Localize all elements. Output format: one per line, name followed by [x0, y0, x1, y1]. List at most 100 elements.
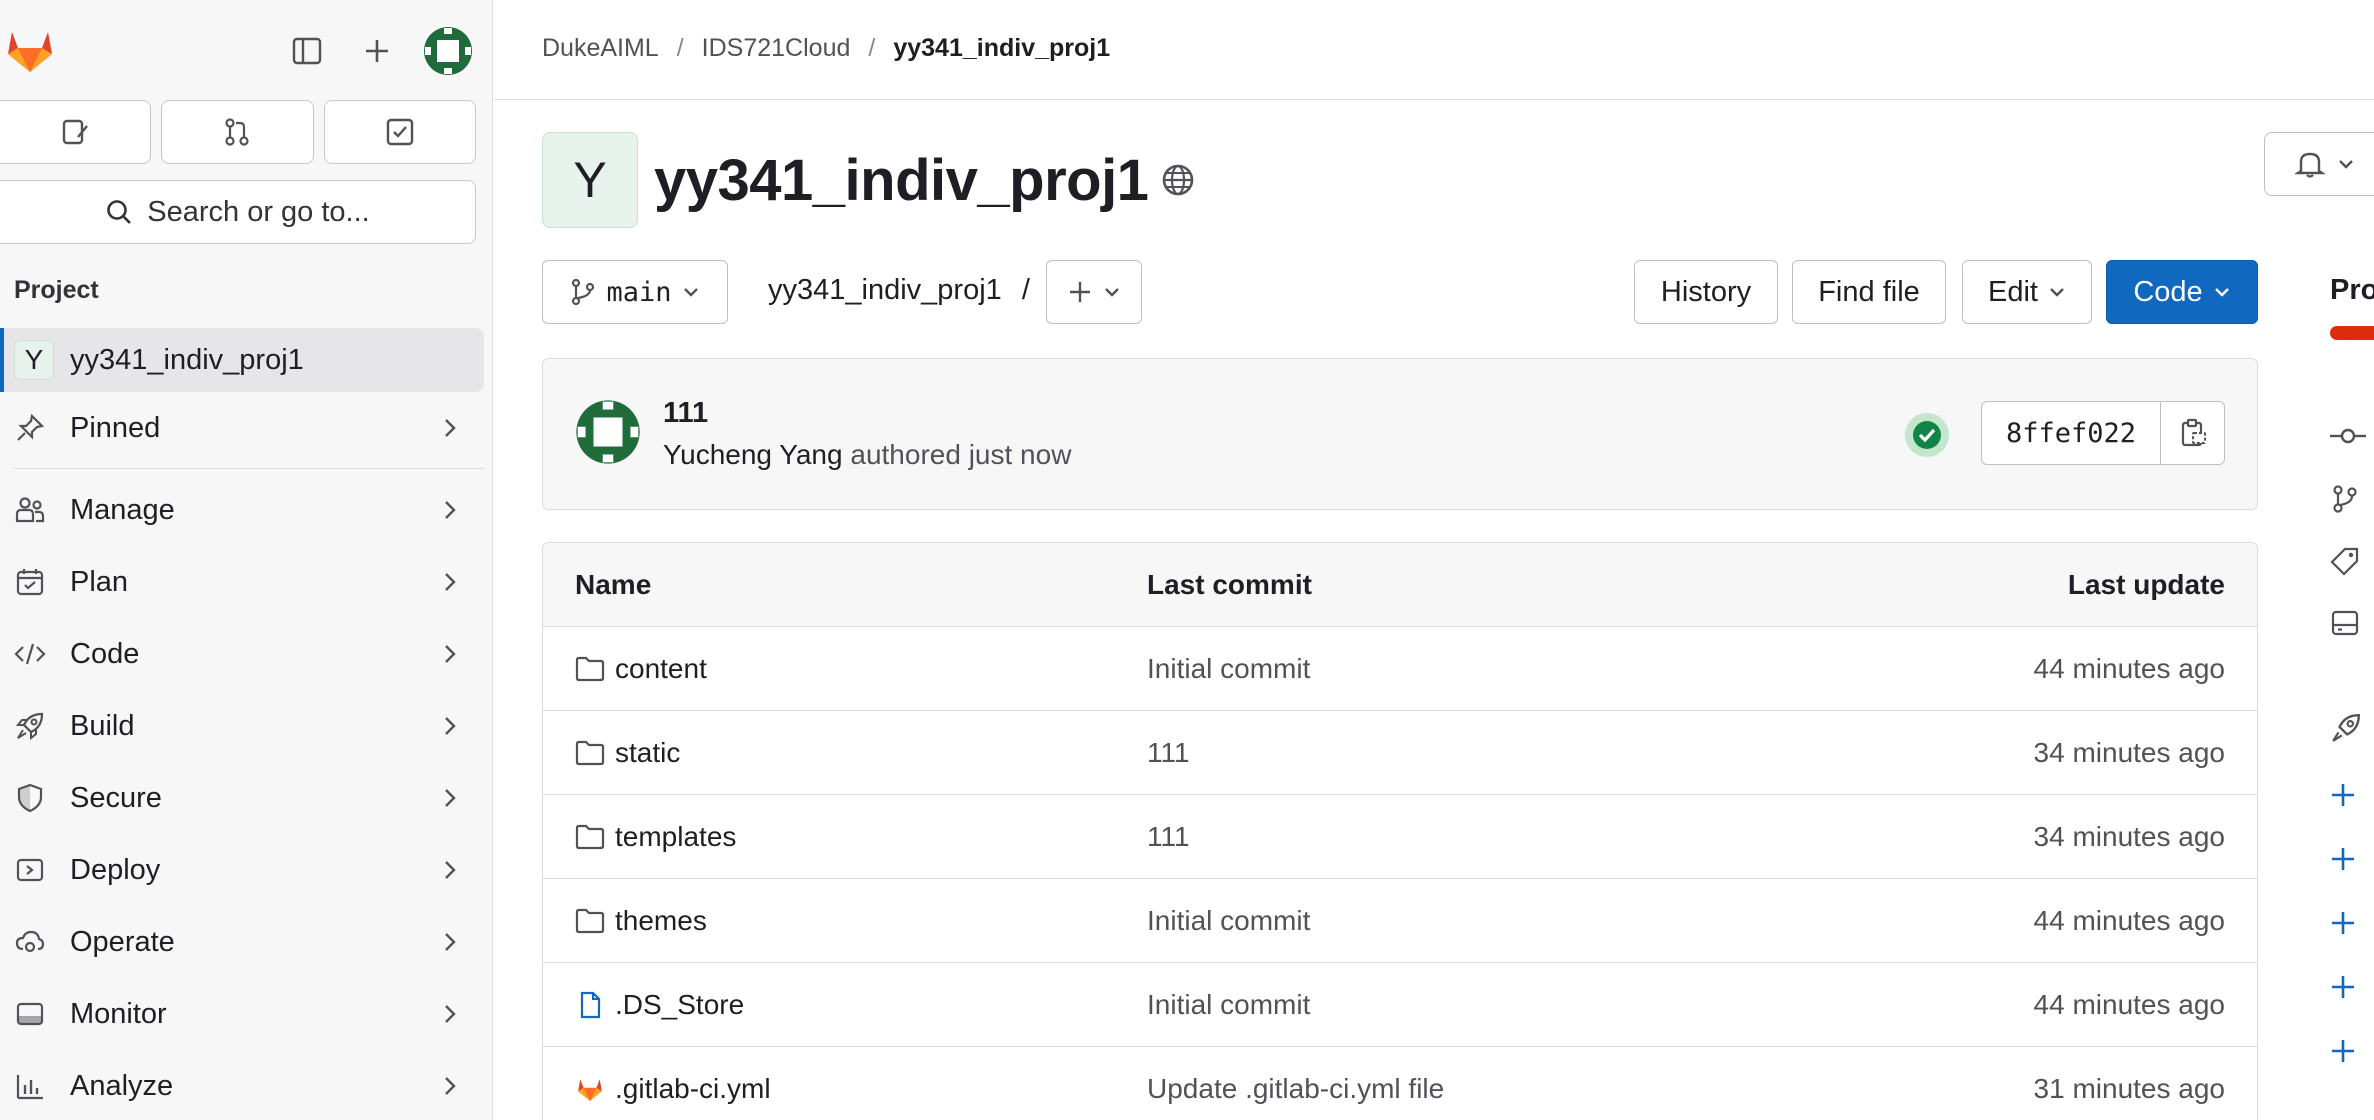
sidebar-item-secure[interactable]: Secure	[0, 766, 484, 830]
last-commit-cell[interactable]: 111	[1147, 737, 1190, 769]
file-name-cell[interactable]: .DS_Store	[575, 989, 744, 1021]
commit-sha[interactable]: 8ffef022	[1981, 401, 2161, 465]
calendar-icon	[10, 567, 50, 597]
edit-button[interactable]: Edit	[1962, 260, 2092, 324]
storage-icon[interactable]	[2330, 608, 2360, 638]
plus-icon[interactable]	[353, 27, 401, 75]
todos-tab[interactable]	[323, 100, 476, 164]
table-header: Name Last commit Last update	[543, 543, 2257, 627]
chevron-right-icon	[445, 933, 456, 951]
breadcrumb-separator: /	[676, 34, 684, 62]
sidebar-item-deploy[interactable]: Deploy	[0, 838, 484, 902]
sidebar-project-item[interactable]: Y yy341_indiv_proj1	[0, 328, 484, 392]
folder-icon	[575, 908, 605, 933]
last-update-cell: 34 minutes ago	[2033, 736, 2225, 768]
file-name-cell[interactable]: .gitlab-ci.yml	[575, 1073, 771, 1105]
merge-request-icon	[225, 118, 250, 146]
notification-settings-button[interactable]	[2264, 132, 2374, 196]
sidebar-item-label: Monitor	[70, 997, 167, 1030]
commit-meta: Yucheng Yang authored just now	[663, 439, 1071, 471]
file-name-cell[interactable]: content	[575, 653, 707, 685]
find-file-button[interactable]: Find file	[1792, 260, 1946, 324]
last-commit-cell[interactable]: Initial commit	[1147, 653, 1310, 685]
users-icon	[10, 495, 50, 525]
sidebar-item-pinned[interactable]: Pinned	[0, 396, 484, 460]
search-icon	[107, 200, 132, 224]
table-row[interactable]: .gitlab-ci.yml Update .gitlab-ci.yml fil…	[543, 1047, 2257, 1120]
file-name-cell[interactable]: static	[575, 737, 680, 769]
commit-icon[interactable]	[2330, 424, 2366, 448]
table-row[interactable]: content Initial commit 44 minutes ago	[543, 627, 2257, 711]
plus-icon[interactable]	[2330, 910, 2356, 936]
sidebar-quick-tabs	[0, 100, 476, 164]
chevron-down-icon	[2339, 160, 2353, 169]
edit-label: Edit	[1988, 275, 2038, 308]
file-name-cell[interactable]: templates	[575, 821, 736, 853]
table-row[interactable]: static 111 34 minutes ago	[543, 711, 2257, 795]
rocket-icon[interactable]	[2330, 712, 2362, 744]
last-update-cell: 34 minutes ago	[2033, 820, 2225, 852]
file-name-cell[interactable]: themes	[575, 905, 707, 937]
plus-icon[interactable]	[2330, 974, 2356, 1000]
search-button[interactable]: Search or go to...	[0, 180, 476, 244]
sidebar-item-operate[interactable]: Operate	[0, 910, 484, 974]
plus-icon[interactable]	[2330, 782, 2356, 808]
plus-icon[interactable]	[2330, 846, 2356, 872]
sidebar-item-label: Code	[70, 637, 140, 670]
sidebar-item-plan[interactable]: Plan	[0, 550, 484, 614]
chevron-right-icon	[445, 717, 456, 735]
user-avatar[interactable]	[423, 26, 473, 76]
last-commit-cell[interactable]: 111	[1147, 821, 1190, 853]
sidebar-item-code[interactable]: Code	[0, 622, 484, 686]
gitlab-logo-icon[interactable]	[4, 24, 56, 76]
language-bar	[2330, 326, 2374, 340]
cloud-gear-icon	[10, 927, 50, 957]
table-row[interactable]: themes Initial commit 44 minutes ago	[543, 879, 2257, 963]
breadcrumb-subgroup[interactable]: IDS721Cloud	[702, 34, 851, 63]
column-header-last-commit: Last commit	[1147, 568, 1312, 600]
chevron-down-icon	[2214, 288, 2229, 297]
last-commit-cell[interactable]: Initial commit	[1147, 905, 1310, 937]
breadcrumb-project[interactable]: yy341_indiv_proj1	[893, 34, 1110, 63]
sidebar-item-analyze[interactable]: Analyze	[0, 1054, 484, 1118]
table-row[interactable]: .DS_Store Initial commit 44 minutes ago	[543, 963, 2257, 1047]
commit-author[interactable]: Yucheng Yang	[663, 439, 843, 470]
table-row[interactable]: templates 111 34 minutes ago	[543, 795, 2257, 879]
pipeline-status-icon[interactable]	[1903, 411, 1951, 459]
page-title: yy341_indiv_proj1	[654, 147, 1149, 213]
column-header-last-update: Last update	[2067, 568, 2225, 600]
branch-name: main	[606, 276, 672, 308]
last-update-cell: 31 minutes ago	[2033, 1072, 2225, 1104]
sidebar-item-manage[interactable]: Manage	[0, 478, 484, 542]
sidebar-item-build[interactable]: Build	[0, 694, 484, 758]
merge-requests-tab[interactable]	[161, 100, 314, 164]
sidebar-item-monitor[interactable]: Monitor	[0, 982, 484, 1046]
last-commit-cell[interactable]: Initial commit	[1147, 989, 1310, 1021]
sidebar: Search or go to... Project Y yy341_indiv…	[0, 0, 493, 1120]
file-name: .DS_Store	[615, 988, 745, 1020]
plus-icon[interactable]	[2330, 1038, 2356, 1064]
branch-icon[interactable]	[2330, 484, 2360, 514]
sidebar-item-label: Analyze	[70, 1069, 174, 1102]
tag-icon[interactable]	[2330, 546, 2360, 576]
plus-icon	[1070, 282, 1090, 302]
commit-message[interactable]: 111	[663, 397, 708, 430]
breadcrumb-group[interactable]: DukeAIML	[542, 34, 659, 63]
commit-author-avatar[interactable]	[575, 399, 641, 465]
path-root[interactable]: yy341_indiv_proj1	[768, 274, 1002, 306]
project-header: Y yy341_indiv_proj1	[542, 132, 1196, 228]
file-name: .gitlab-ci.yml	[615, 1072, 771, 1104]
chart-icon	[10, 1071, 50, 1101]
code-button[interactable]: Code	[2106, 260, 2258, 324]
issues-tab[interactable]	[0, 100, 152, 164]
branch-selector[interactable]: main	[542, 260, 728, 324]
last-commit-cell[interactable]: Update .gitlab-ci.yml file	[1147, 1073, 1444, 1105]
toggle-sidebar-icon[interactable]	[283, 27, 331, 75]
project-info-title: Pro	[2330, 274, 2374, 306]
copy-sha-button[interactable]	[2161, 401, 2225, 465]
folder-icon	[575, 824, 605, 849]
history-button[interactable]: History	[1634, 260, 1778, 324]
add-to-tree-button[interactable]	[1046, 260, 1142, 324]
branch-icon	[572, 278, 595, 306]
repository-toolbar: main yy341_indiv_proj1 / History Find fi…	[542, 260, 2258, 324]
